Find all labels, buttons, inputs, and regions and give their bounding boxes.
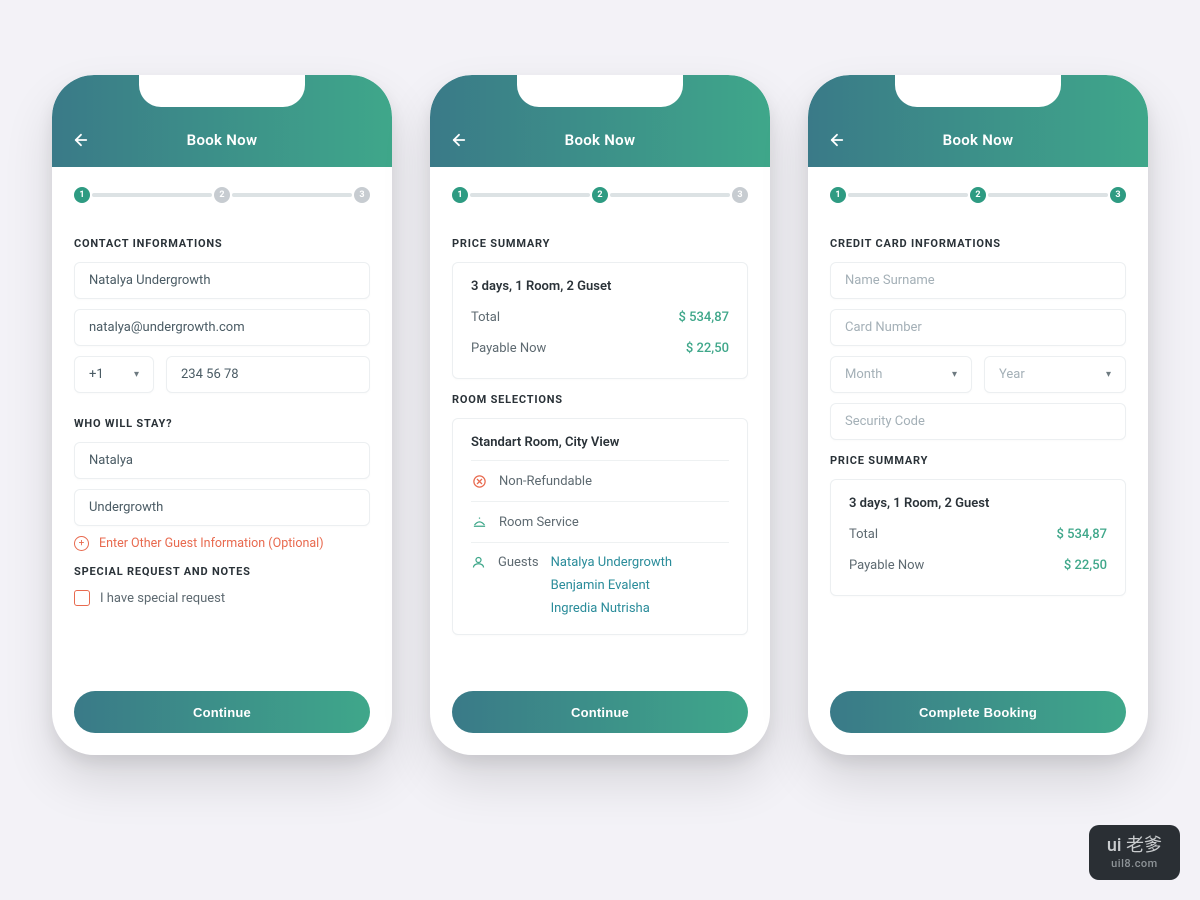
checkbox-label: I have special request [100,591,225,606]
chevron-down-icon: ▾ [952,369,957,380]
step-1: 1 [452,187,468,203]
guest-name[interactable]: Benjamin Evalent [551,578,672,593]
phone-screen-2: Book Now 1 2 3 PRICE SUMMARY 3 days, 1 R… [430,75,770,755]
complete-booking-button[interactable]: Complete Booking [830,691,1126,733]
content: PRICE SUMMARY 3 days, 1 Room, 2 Guset To… [430,217,770,691]
service-label: Room Service [499,515,579,530]
watermark: ui 老爹 uil8.com [1089,825,1180,880]
arrow-left-icon [72,131,90,149]
name-input[interactable]: Natalya Undergrowth [74,262,370,299]
section-room: ROOM SELECTIONS [452,393,748,406]
phone-screen-3: Book Now 1 2 3 CREDIT CARD INFORMATIONS … [808,75,1148,755]
month-select[interactable]: Month▾ [830,356,972,393]
stepper: 1 2 3 [52,167,392,217]
step-1: 1 [74,187,90,203]
phone-screen-1: Book Now 1 2 3 CONTACT INFORMATIONS Nata… [52,75,392,755]
step-3: 3 [1110,187,1126,203]
step-bar-2 [988,193,1108,197]
continue-button[interactable]: Continue [452,691,748,733]
special-request-checkbox[interactable] [74,590,90,606]
payable-label: Payable Now [849,558,924,573]
price-summary-card: 3 days, 1 Room, 2 Guset Total $ 534,87 P… [452,262,748,379]
nonrefundable-icon [471,473,487,489]
step-3: 3 [732,187,748,203]
step-bar-2 [232,193,352,197]
content: CREDIT CARD INFORMATIONS Name Surname Ca… [808,217,1148,691]
arrow-left-icon [450,131,468,149]
page-title: Book Now [565,131,636,149]
add-guest-link[interactable]: + Enter Other Guest Information (Optiona… [74,536,370,551]
section-card: CREDIT CARD INFORMATIONS [830,237,1126,250]
guests-label: Guests [498,555,539,570]
step-2: 2 [970,187,986,203]
arrow-left-icon [828,131,846,149]
stepper: 1 2 3 [808,167,1148,217]
stepper: 1 2 3 [430,167,770,217]
total-value: $ 534,87 [1057,527,1107,542]
payable-value: $ 22,50 [686,341,729,356]
section-price: PRICE SUMMARY [452,237,748,250]
step-2: 2 [592,187,608,203]
year-select[interactable]: Year▾ [984,356,1126,393]
guest-name[interactable]: Natalya Undergrowth [551,555,672,570]
step-bar-1 [848,193,968,197]
security-code-input[interactable]: Security Code [830,403,1126,440]
header: Book Now [430,75,770,167]
email-input[interactable]: natalya@undergrowth.com [74,309,370,346]
step-2: 2 [214,187,230,203]
back-button[interactable] [70,129,92,151]
page-title: Book Now [943,131,1014,149]
back-button[interactable] [826,129,848,151]
summary-head: 3 days, 1 Room, 2 Guest [849,496,1107,519]
total-value: $ 534,87 [679,310,729,325]
payable-value: $ 22,50 [1064,558,1107,573]
notch [517,75,683,107]
room-head: Standart Room, City View [471,435,729,460]
guest-name[interactable]: Ingredia Nutrisha [551,601,672,616]
phone-input[interactable]: 234 56 78 [166,356,370,393]
nonrefundable-label: Non-Refundable [499,474,592,489]
room-card: Standart Room, City View Non-Refundable … [452,418,748,635]
guests-icon [471,555,486,570]
section-contact: CONTACT INFORMATIONS [74,237,370,250]
step-1: 1 [830,187,846,203]
price-summary-card: 3 days, 1 Room, 2 Guest Total $ 534,87 P… [830,479,1126,596]
country-code-select[interactable]: +1▾ [74,356,154,393]
chevron-down-icon: ▾ [1106,369,1111,380]
continue-button[interactable]: Continue [74,691,370,733]
payable-label: Payable Now [471,341,546,356]
total-label: Total [471,310,500,325]
notch [139,75,305,107]
total-label: Total [849,527,878,542]
card-number-input[interactable]: Card Number [830,309,1126,346]
header: Book Now [52,75,392,167]
plus-icon: + [74,536,89,551]
step-3: 3 [354,187,370,203]
step-bar-1 [470,193,590,197]
summary-head: 3 days, 1 Room, 2 Guset [471,279,729,302]
notch [895,75,1061,107]
service-icon [471,514,487,530]
chevron-down-icon: ▾ [134,369,139,380]
lastname-input[interactable]: Undergrowth [74,489,370,526]
step-bar-2 [610,193,730,197]
step-bar-1 [92,193,212,197]
section-notes: SPECIAL REQUEST AND NOTES [74,565,370,578]
content: CONTACT INFORMATIONS Natalya Undergrowth… [52,217,392,691]
back-button[interactable] [448,129,470,151]
firstname-input[interactable]: Natalya [74,442,370,479]
section-price: PRICE SUMMARY [830,454,1126,467]
header: Book Now [808,75,1148,167]
page-title: Book Now [187,131,258,149]
section-stay: WHO WILL STAY? [74,417,370,430]
cardholder-name-input[interactable]: Name Surname [830,262,1126,299]
